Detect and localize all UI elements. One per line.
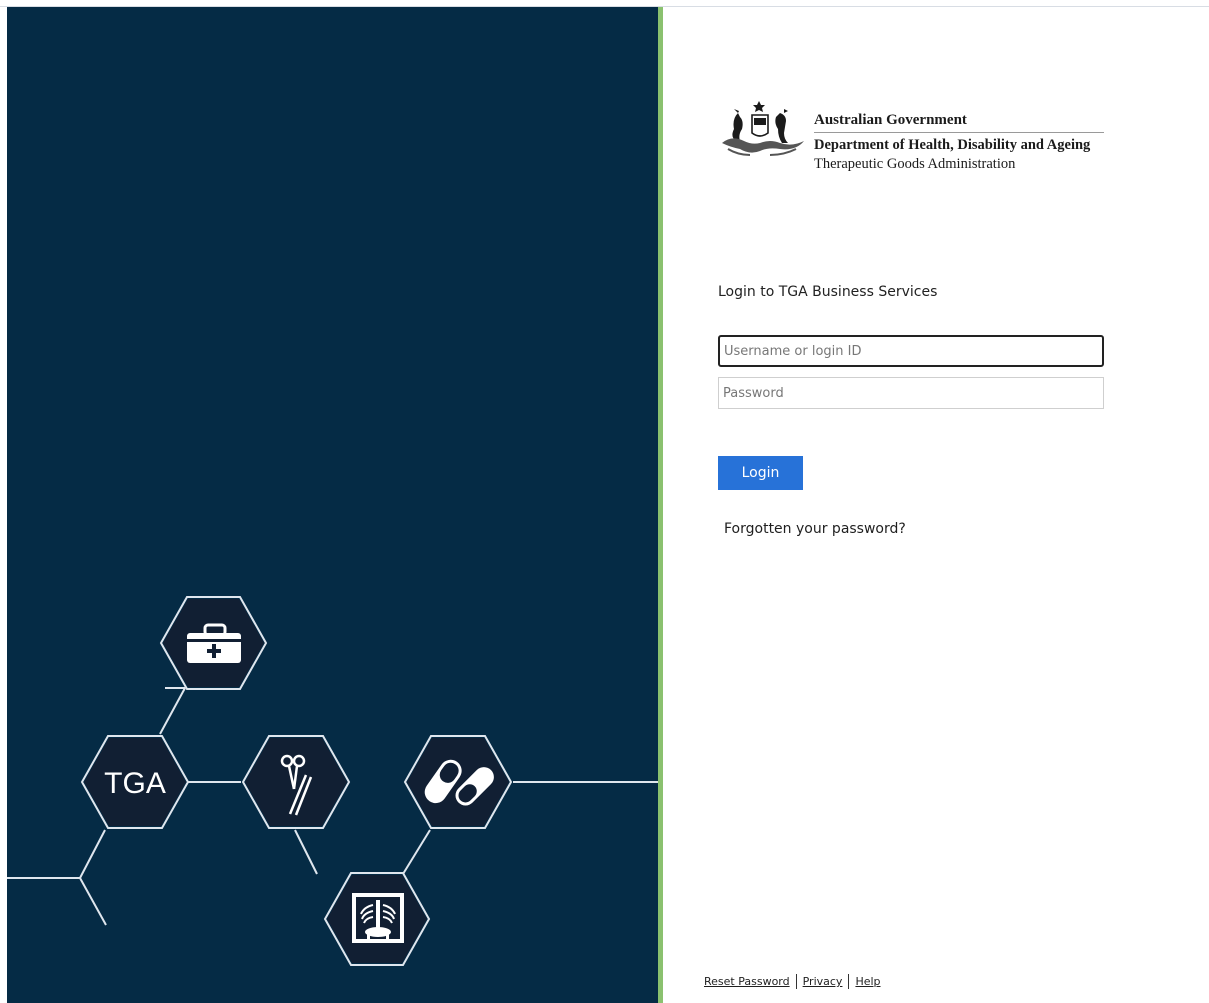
footer-separator: [848, 974, 850, 989]
privacy-link[interactable]: Privacy: [803, 975, 843, 988]
forgot-password-link[interactable]: Forgotten your password?: [724, 521, 906, 537]
coat-of-arms-icon: [722, 101, 804, 156]
reset-password-link[interactable]: Reset Password: [704, 975, 790, 988]
username-input[interactable]: [718, 335, 1104, 367]
xray-icon: [352, 893, 404, 943]
footer-separator: [795, 974, 797, 989]
hexagon-network-illustration: TGA: [7, 596, 658, 966]
login-panel: Australian Government Department of Heal…: [663, 7, 1209, 1003]
login-button[interactable]: Login: [718, 456, 803, 490]
password-input[interactable]: [718, 377, 1104, 409]
government-logo: Australian Government Department of Heal…: [718, 99, 1108, 189]
tga-hex-logo: TGA: [104, 767, 166, 800]
department-name: Department of Health, Disability and Age…: [814, 137, 1091, 153]
top-border: [0, 0, 1209, 7]
login-heading: Login to TGA Business Services: [718, 284, 938, 300]
illustration-panel: TGA: [7, 7, 658, 1003]
footer-links: Reset Password Privacy Help: [704, 974, 881, 989]
help-link[interactable]: Help: [855, 975, 880, 988]
agency-name: Therapeutic Goods Administration: [814, 156, 1016, 172]
government-name: Australian Government: [814, 99, 1104, 133]
